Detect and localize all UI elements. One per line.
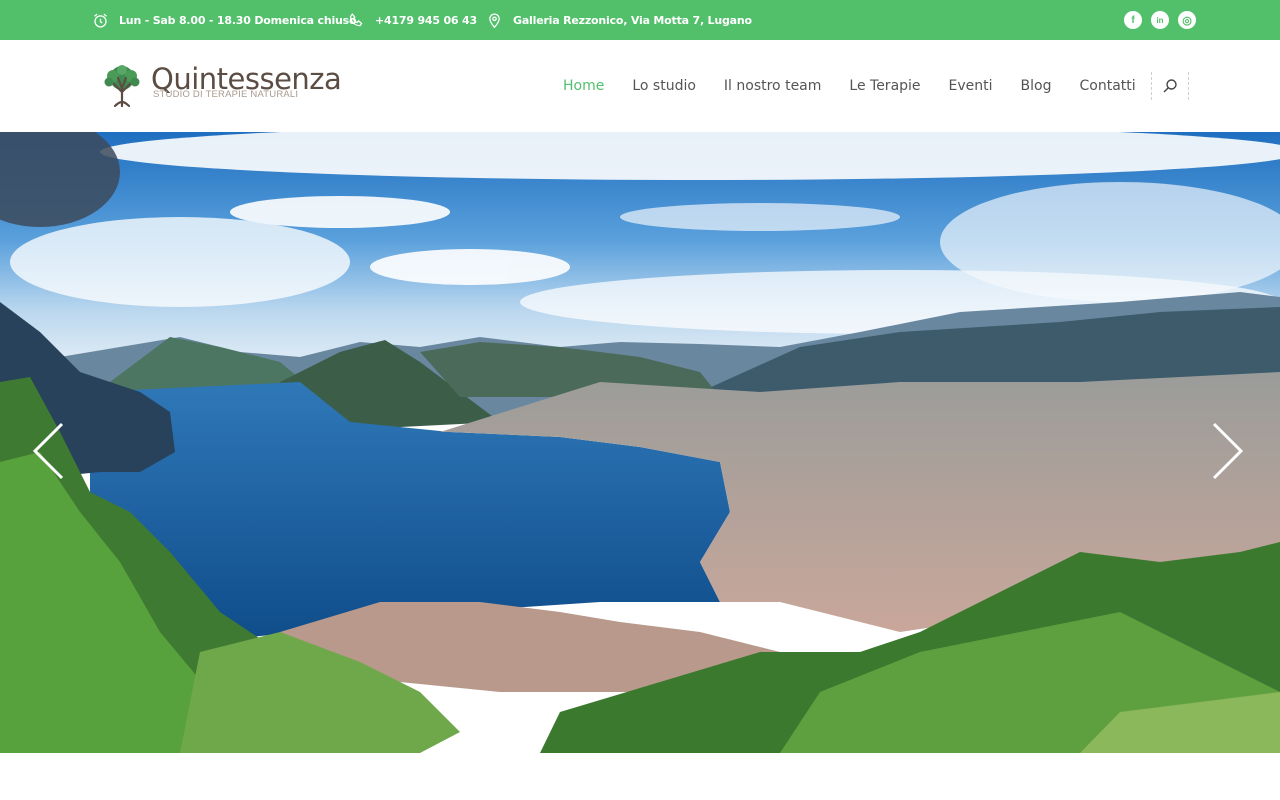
facebook-icon[interactable]: f	[1124, 11, 1142, 29]
address: Galleria Rezzonico, Via Motta 7, Lugano	[486, 0, 752, 40]
instagram-icon[interactable]: ◎	[1178, 11, 1196, 29]
nav-item-blog[interactable]: Blog	[1007, 78, 1066, 94]
search-icon	[1163, 79, 1177, 93]
linkedin-icon[interactable]: in	[1151, 11, 1169, 29]
nav-item-eventi[interactable]: Eventi	[935, 78, 1007, 94]
phone-icon	[349, 12, 363, 26]
site-header: Quintessenza STUDIO DI TERAPIE NATURALI …	[0, 40, 1280, 132]
nav-item-home[interactable]: Home	[549, 78, 618, 94]
alarm-clock-icon	[94, 13, 107, 28]
nav-item-team[interactable]: Il nostro team	[710, 78, 835, 94]
nav-item-lo-studio[interactable]: Lo studio	[618, 78, 710, 94]
nav-item-terapie[interactable]: Le Terapie	[835, 78, 934, 94]
hero-slider	[0, 132, 1280, 753]
map-pin-icon	[489, 13, 500, 28]
slider-prev-button[interactable]	[30, 420, 66, 482]
address-text: Galleria Rezzonico, Via Motta 7, Lugano	[513, 13, 752, 27]
hero-image	[0, 132, 1280, 753]
nav-item-contatti[interactable]: Contatti	[1066, 78, 1150, 94]
chevron-left-icon	[32, 422, 64, 480]
tree-icon	[104, 65, 140, 108]
search-button[interactable]	[1151, 72, 1189, 100]
opening-hours-text: Lun - Sab 8.00 - 18.30 Domenica chiuso	[119, 13, 357, 27]
site-logo[interactable]: Quintessenza STUDIO DI TERAPIE NATURALI	[99, 62, 342, 108]
slider-next-button[interactable]	[1210, 420, 1246, 482]
main-navigation: Home Lo studio Il nostro team Le Terapie…	[549, 40, 1150, 132]
top-info-bar: Lun - Sab 8.00 - 18.30 Domenica chiuso +…	[0, 0, 1280, 40]
phone-number[interactable]: +4179 945 06 43	[348, 0, 477, 40]
content-area	[0, 753, 1280, 800]
chevron-right-icon	[1212, 422, 1244, 480]
social-links: f in ◎	[1124, 11, 1196, 29]
opening-hours: Lun - Sab 8.00 - 18.30 Domenica chiuso	[92, 0, 357, 40]
phone-number-text: +4179 945 06 43	[375, 13, 477, 27]
